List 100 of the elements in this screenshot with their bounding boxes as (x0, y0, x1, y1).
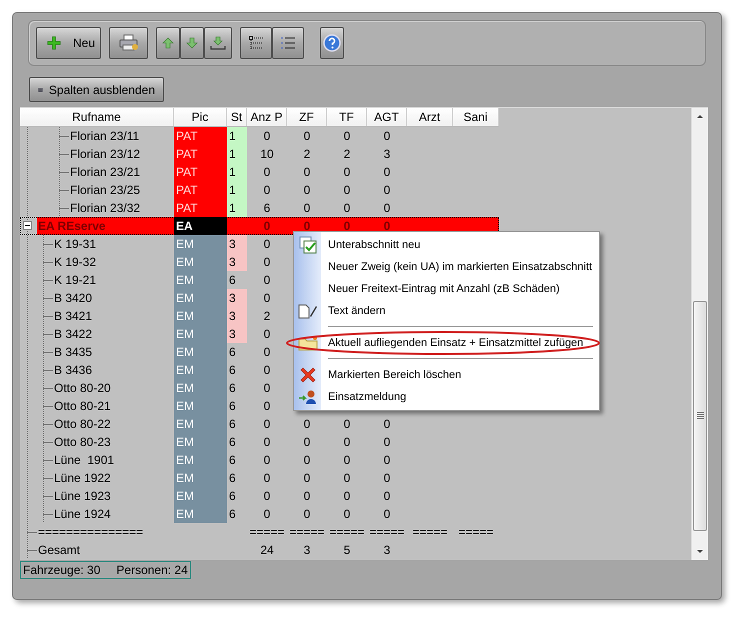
table-cell: 0 (264, 363, 270, 377)
table-cell: 0 (304, 435, 310, 449)
table-cell: 0 (264, 165, 270, 179)
vehicle-name[interactable]: Lüne 1922 (54, 471, 111, 485)
toolbar-button[interactable] (109, 27, 148, 59)
table-cell: 24 (260, 543, 274, 557)
table-cell: 0 (384, 471, 390, 485)
status-value: 6 (228, 470, 237, 487)
toolbar-button[interactable] (156, 27, 180, 59)
grip-icon (696, 412, 704, 420)
vehicle-name[interactable]: B 3435 (54, 345, 92, 359)
vehicle-name[interactable]: Lüne 1923 (54, 489, 111, 503)
column-header[interactable]: AGT (367, 108, 407, 126)
table-cell: 6 (264, 201, 270, 215)
type-tag: PAT (174, 181, 227, 199)
column-header[interactable]: Anz P (247, 108, 287, 126)
vehicle-name[interactable]: Florian 23/32 (70, 201, 140, 215)
type-tag: PAT (174, 127, 227, 145)
column-header[interactable]: ZF (287, 108, 327, 126)
collapse-icon[interactable] (23, 221, 32, 230)
status-value: 6 (228, 344, 237, 361)
table-cell: 0 (264, 435, 270, 449)
status-value: 6 (228, 416, 237, 433)
status-value: 6 (228, 398, 237, 415)
table-cell: 0 (264, 255, 270, 269)
toolbar-button[interactable] (320, 27, 344, 59)
vehicle-name[interactable]: Florian 23/25 (70, 183, 140, 197)
menu-item[interactable]: Neuer Zweig (kein UA) im markierten Einsatzabschnitt (294, 256, 599, 278)
table-cell: 0 (264, 291, 270, 305)
menu-item[interactable]: Unterabschnitt neu (294, 234, 599, 256)
table-cell: 0 (304, 507, 310, 521)
menu-item[interactable]: Markierten Bereich löschen (294, 364, 599, 386)
vehicle-name[interactable]: Florian 23/21 (70, 165, 140, 179)
table-cell: 0 (344, 417, 350, 431)
status-value: 6 (228, 380, 237, 397)
type-tag: EM (174, 235, 227, 253)
menu-item[interactable]: Einsatzmeldung (294, 386, 599, 408)
table-cell: 0 (384, 129, 390, 143)
type-tag: EM (174, 307, 227, 325)
table-cell: 0 (264, 237, 270, 251)
status-value: 1 (227, 127, 247, 145)
status-value: 6 (228, 362, 237, 379)
table-cell: 0 (304, 453, 310, 467)
menu-item[interactable]: Aktuell aufliegenden Einsatz + Einsatzmittel zufügen (294, 332, 599, 354)
vehicle-name[interactable]: Otto 80-20 (54, 381, 111, 395)
status-value: 1 (227, 163, 247, 181)
table-cell: 10 (260, 147, 274, 161)
column-header[interactable]: TF (327, 108, 367, 126)
hide-columns-button[interactable]: Spalten ausblenden (29, 77, 164, 102)
toolbar-button[interactable] (272, 27, 304, 59)
table-cell: 0 (264, 399, 270, 413)
toolbar-button[interactable] (204, 27, 232, 59)
table-cell: 0 (344, 489, 350, 503)
status-text: Fahrzeuge: 30 (23, 563, 100, 577)
table-cell: 0 (264, 417, 270, 431)
column-header[interactable]: Arzt (407, 108, 453, 126)
separator-line: ===== (458, 525, 494, 539)
vehicle-name[interactable]: Otto 80-23 (54, 435, 111, 449)
column-header[interactable]: Pic (174, 108, 227, 126)
group-row[interactable]: EA REserve EA 0 0 0 0 (20, 217, 499, 235)
separator-line: ===== (289, 525, 325, 539)
type-tag: EM (174, 289, 227, 307)
vehicle-name[interactable]: Florian 23/12 (70, 147, 140, 161)
status-value: 1 (227, 199, 247, 217)
menu-item[interactable]: Neuer Freitext-Eintrag mit Anzahl (zB Schäden) (294, 278, 599, 300)
vehicle-name[interactable]: Lüne 1924 (54, 507, 111, 521)
list-icon (280, 35, 296, 51)
type-tag: EM (174, 343, 227, 361)
vehicle-name[interactable]: Lüne 1901 (54, 453, 114, 467)
column-header[interactable]: Sani (453, 108, 499, 126)
toolbar-button[interactable] (180, 27, 204, 59)
vehicle-name[interactable]: Otto 80-21 (54, 399, 111, 413)
vehicle-name[interactable]: B 3422 (54, 327, 92, 341)
vehicle-name[interactable]: K 19-21 (54, 273, 96, 287)
vehicle-name[interactable]: B 3421 (54, 309, 92, 323)
status-value: 3 (227, 307, 247, 325)
tree-view-icon (248, 35, 264, 51)
type-tag: EM (174, 505, 227, 523)
scrollbar[interactable] (691, 108, 708, 560)
toolbar-button[interactable] (240, 27, 272, 59)
column-header[interactable]: St (227, 108, 247, 126)
table-cell: 0 (304, 165, 310, 179)
vehicle-name[interactable]: K 19-31 (54, 237, 96, 251)
type-tag: EM (174, 271, 227, 289)
column-header[interactable]: Rufname (20, 108, 174, 126)
table-cell: 0 (304, 417, 310, 431)
new-button[interactable]: Neu (36, 27, 101, 59)
scroll-thumb[interactable] (693, 300, 707, 531)
status-value: 6 (228, 452, 237, 469)
vehicle-name[interactable]: K 19-32 (54, 255, 96, 269)
separator-line: ===== (329, 525, 365, 539)
vehicle-name[interactable]: Otto 80-22 (54, 417, 111, 431)
vehicle-name[interactable]: Florian 23/11 (70, 129, 140, 143)
vehicle-name[interactable]: B 3420 (54, 291, 92, 305)
table-cell: 0 (384, 201, 390, 215)
table-cell: 0 (264, 489, 270, 503)
table-cell: 0 (264, 471, 270, 485)
menu-item[interactable]: Text ändern (294, 300, 599, 322)
table-cell: 0 (264, 273, 270, 287)
vehicle-name[interactable]: B 3436 (54, 363, 92, 377)
